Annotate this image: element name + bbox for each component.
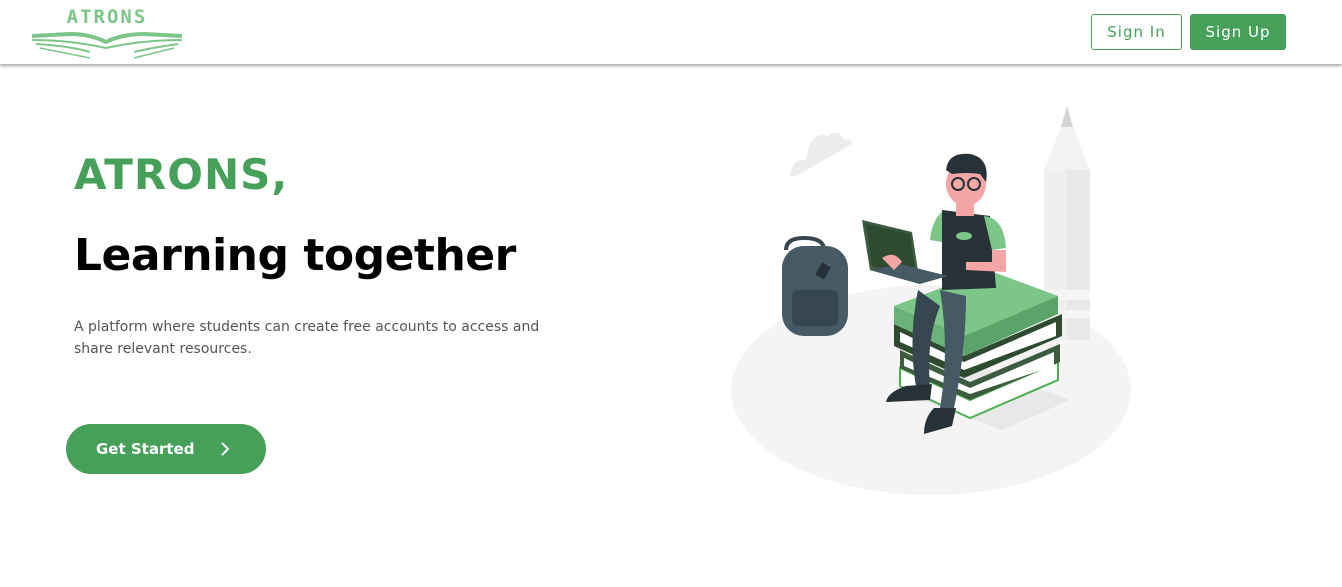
hero-description: A platform where students can create fre… [74, 319, 540, 357]
hero-title: Learning together [74, 230, 516, 281]
navbar: ATRONS Sign In Sign Up [0, 0, 1342, 64]
student-illustration [731, 106, 1131, 495]
logo-text: ATRONS [66, 6, 148, 28]
open-book-icon [31, 31, 183, 59]
backpack-icon [782, 235, 848, 336]
sign-in-button[interactable]: Sign In [1091, 14, 1182, 50]
hero-brand: ATRONS, [74, 150, 289, 199]
cloud-icon [790, 132, 852, 176]
get-started-label: Get Started [96, 440, 195, 458]
sign-up-button[interactable]: Sign Up [1190, 14, 1286, 50]
get-started-button[interactable]: Get Started [66, 424, 266, 474]
logo[interactable]: ATRONS [30, 6, 184, 60]
chevron-right-icon [221, 442, 230, 456]
